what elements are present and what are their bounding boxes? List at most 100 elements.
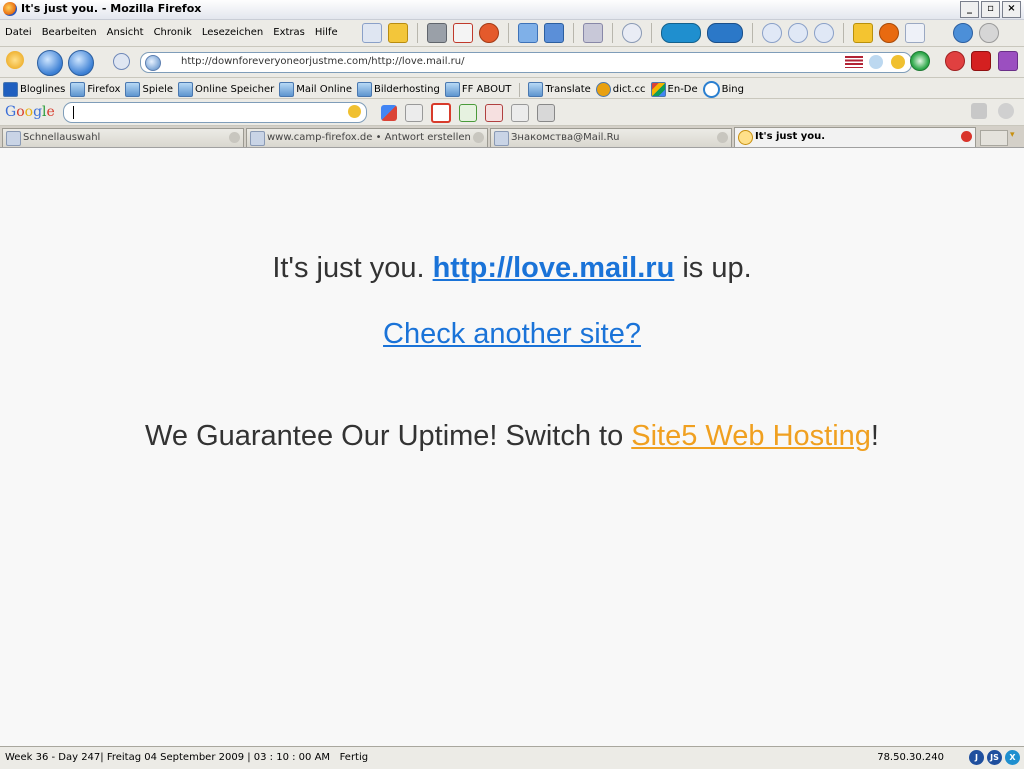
- print-icon[interactable]: [427, 23, 447, 43]
- google-logo[interactable]: Google: [5, 104, 55, 120]
- menu-lesezeichen[interactable]: Lesezeichen: [202, 27, 263, 38]
- bookmark-firefox[interactable]: Firefox: [70, 82, 120, 97]
- bookmark-bing[interactable]: Bing: [702, 81, 744, 98]
- back-button[interactable]: [37, 50, 63, 76]
- lightbulb-small-icon[interactable]: [869, 55, 883, 69]
- adblock-icon[interactable]: [971, 51, 991, 71]
- site5-hosting-link[interactable]: Site5 Web Hosting: [631, 420, 871, 452]
- bookmark-spiele[interactable]: Spiele: [125, 82, 173, 97]
- tab-camp-firefox[interactable]: www.camp-firefox.de • Antwort erstellen: [246, 128, 488, 147]
- stop-icon[interactable]: [945, 51, 965, 71]
- menu-chronik[interactable]: Chronik: [154, 27, 192, 38]
- url-text[interactable]: http://downforeveryoneorjustme.com/http:…: [181, 56, 465, 67]
- tab-schnellauswahl[interactable]: Schnellauswahl: [2, 128, 244, 147]
- zoom-in-icon[interactable]: [762, 23, 782, 43]
- gmail-icon[interactable]: [431, 103, 451, 123]
- tab-its-just-you[interactable]: It's just you.: [734, 127, 976, 147]
- sidewiki-icon[interactable]: [485, 104, 503, 122]
- tab-close-icon[interactable]: [961, 131, 972, 142]
- google-translate-icon: [650, 82, 666, 97]
- advert-message: We Guarantee Our Uptime! Switch to Site5…: [0, 420, 1024, 453]
- title-bar: It's just you. - Mozilla Firefox _ ▫ ×: [0, 0, 1024, 20]
- menu-datei[interactable]: Datei: [5, 27, 32, 38]
- menu-extras[interactable]: Extras: [273, 27, 305, 38]
- gear-icon[interactable]: [979, 23, 999, 43]
- tab-close-icon[interactable]: [229, 132, 240, 143]
- lock-icon[interactable]: [388, 23, 408, 43]
- zoom-out-icon[interactable]: [814, 23, 834, 43]
- bookmark-ff-about[interactable]: FF ABOUT: [444, 82, 511, 97]
- zoom-reset-icon[interactable]: [788, 23, 808, 43]
- bookmark-dict-cc[interactable]: dict.cc: [595, 82, 646, 97]
- search-go-icon[interactable]: [348, 105, 361, 118]
- pencil-icon[interactable]: [537, 104, 555, 122]
- tab-close-icon[interactable]: [473, 132, 484, 143]
- eraser-icon[interactable]: [583, 23, 603, 43]
- firefox-icon[interactable]: [879, 23, 899, 43]
- window-icon[interactable]: [905, 23, 925, 43]
- tab-favicon: [6, 131, 21, 146]
- maximize-button[interactable]: ▫: [981, 1, 1000, 18]
- wot-icon[interactable]: [891, 55, 905, 69]
- tab-list-icon[interactable]: ▾: [1010, 130, 1020, 144]
- bookmark-mail-online[interactable]: Mail Online: [279, 82, 352, 97]
- new-window-icon[interactable]: [544, 23, 564, 43]
- site-identity-icon[interactable]: [145, 55, 161, 71]
- refresh-icon[interactable]: [953, 23, 973, 43]
- lightbulb-favicon-icon: [738, 130, 753, 145]
- zoom-page-icon[interactable]: [362, 23, 382, 43]
- pagerank-icon[interactable]: [405, 104, 423, 122]
- go-button[interactable]: [910, 51, 930, 71]
- menu-hilfe[interactable]: Hilfe: [315, 27, 338, 38]
- photos-icon[interactable]: [459, 104, 477, 122]
- tab-label: Знакомства@Mail.Ru: [511, 132, 620, 143]
- google-search-icon[interactable]: [381, 105, 397, 121]
- bookmark-icon: [125, 82, 141, 97]
- checked-site-link[interactable]: http://love.mail.ru: [433, 252, 675, 284]
- xmarks-status-icon[interactable]: X: [1005, 750, 1020, 765]
- bookmark-separator: [519, 82, 521, 97]
- xmarks-icon[interactable]: [661, 23, 701, 43]
- bookmark-label: Firefox: [87, 84, 121, 95]
- info-icon[interactable]: [707, 23, 743, 43]
- javascript-icon[interactable]: JS: [987, 750, 1002, 765]
- status-prefix: It's just you.: [272, 252, 425, 284]
- minimize-button[interactable]: _: [960, 1, 979, 18]
- new-tab-button[interactable]: [980, 130, 1008, 146]
- menu-bar: Datei Bearbeiten Ansicht Chronik Lesezei…: [0, 20, 1024, 47]
- bookmark-icon: [178, 82, 194, 97]
- check-another-row: Check another site?: [0, 318, 1024, 351]
- bookmark-en-de[interactable]: En-De: [650, 82, 698, 97]
- check-another-site-link[interactable]: Check another site?: [383, 318, 641, 350]
- notes-icon[interactable]: [518, 23, 538, 43]
- toolbar-separator: [417, 23, 418, 43]
- info-circle-icon[interactable]: [113, 53, 130, 70]
- toolbar-separator: [752, 23, 753, 43]
- google-search-input[interactable]: [63, 102, 367, 123]
- navigation-bar: http://downforeveryoneorjustme.com/http:…: [0, 47, 1024, 78]
- star-icon[interactable]: [853, 23, 873, 43]
- bookmark-bilderhosting[interactable]: Bilderhosting: [356, 82, 440, 97]
- bookmark-online-speicher[interactable]: Online Speicher: [178, 82, 274, 97]
- menu-ansicht[interactable]: Ansicht: [107, 27, 144, 38]
- translate-icon[interactable]: [511, 104, 529, 122]
- java-icon[interactable]: J: [969, 750, 984, 765]
- bookmark-bloglines[interactable]: Bloglines: [3, 82, 65, 97]
- printer-color-icon[interactable]: [479, 23, 499, 43]
- grid-icon[interactable]: [998, 51, 1018, 71]
- address-bar[interactable]: http://downforeveryoneorjustme.com/http:…: [140, 52, 912, 73]
- menu-bearbeiten[interactable]: Bearbeiten: [42, 27, 97, 38]
- bookmark-label: En-De: [667, 84, 698, 95]
- close-window-button[interactable]: ×: [1002, 1, 1021, 18]
- settings-icon[interactable]: [998, 103, 1014, 119]
- forward-button[interactable]: [68, 50, 94, 76]
- tab-close-icon[interactable]: [717, 132, 728, 143]
- bookmark-label: Bing: [721, 84, 744, 95]
- bookmark-translate[interactable]: Translate: [528, 82, 591, 97]
- pdf-icon[interactable]: [453, 23, 473, 43]
- lightbulb-icon[interactable]: [6, 51, 24, 69]
- tab-mail-ru[interactable]: Знакомства@Mail.Ru: [490, 128, 732, 147]
- swirl-icon[interactable]: [622, 23, 642, 43]
- wrench-icon[interactable]: [971, 103, 987, 119]
- toolbar-separator: [843, 23, 844, 43]
